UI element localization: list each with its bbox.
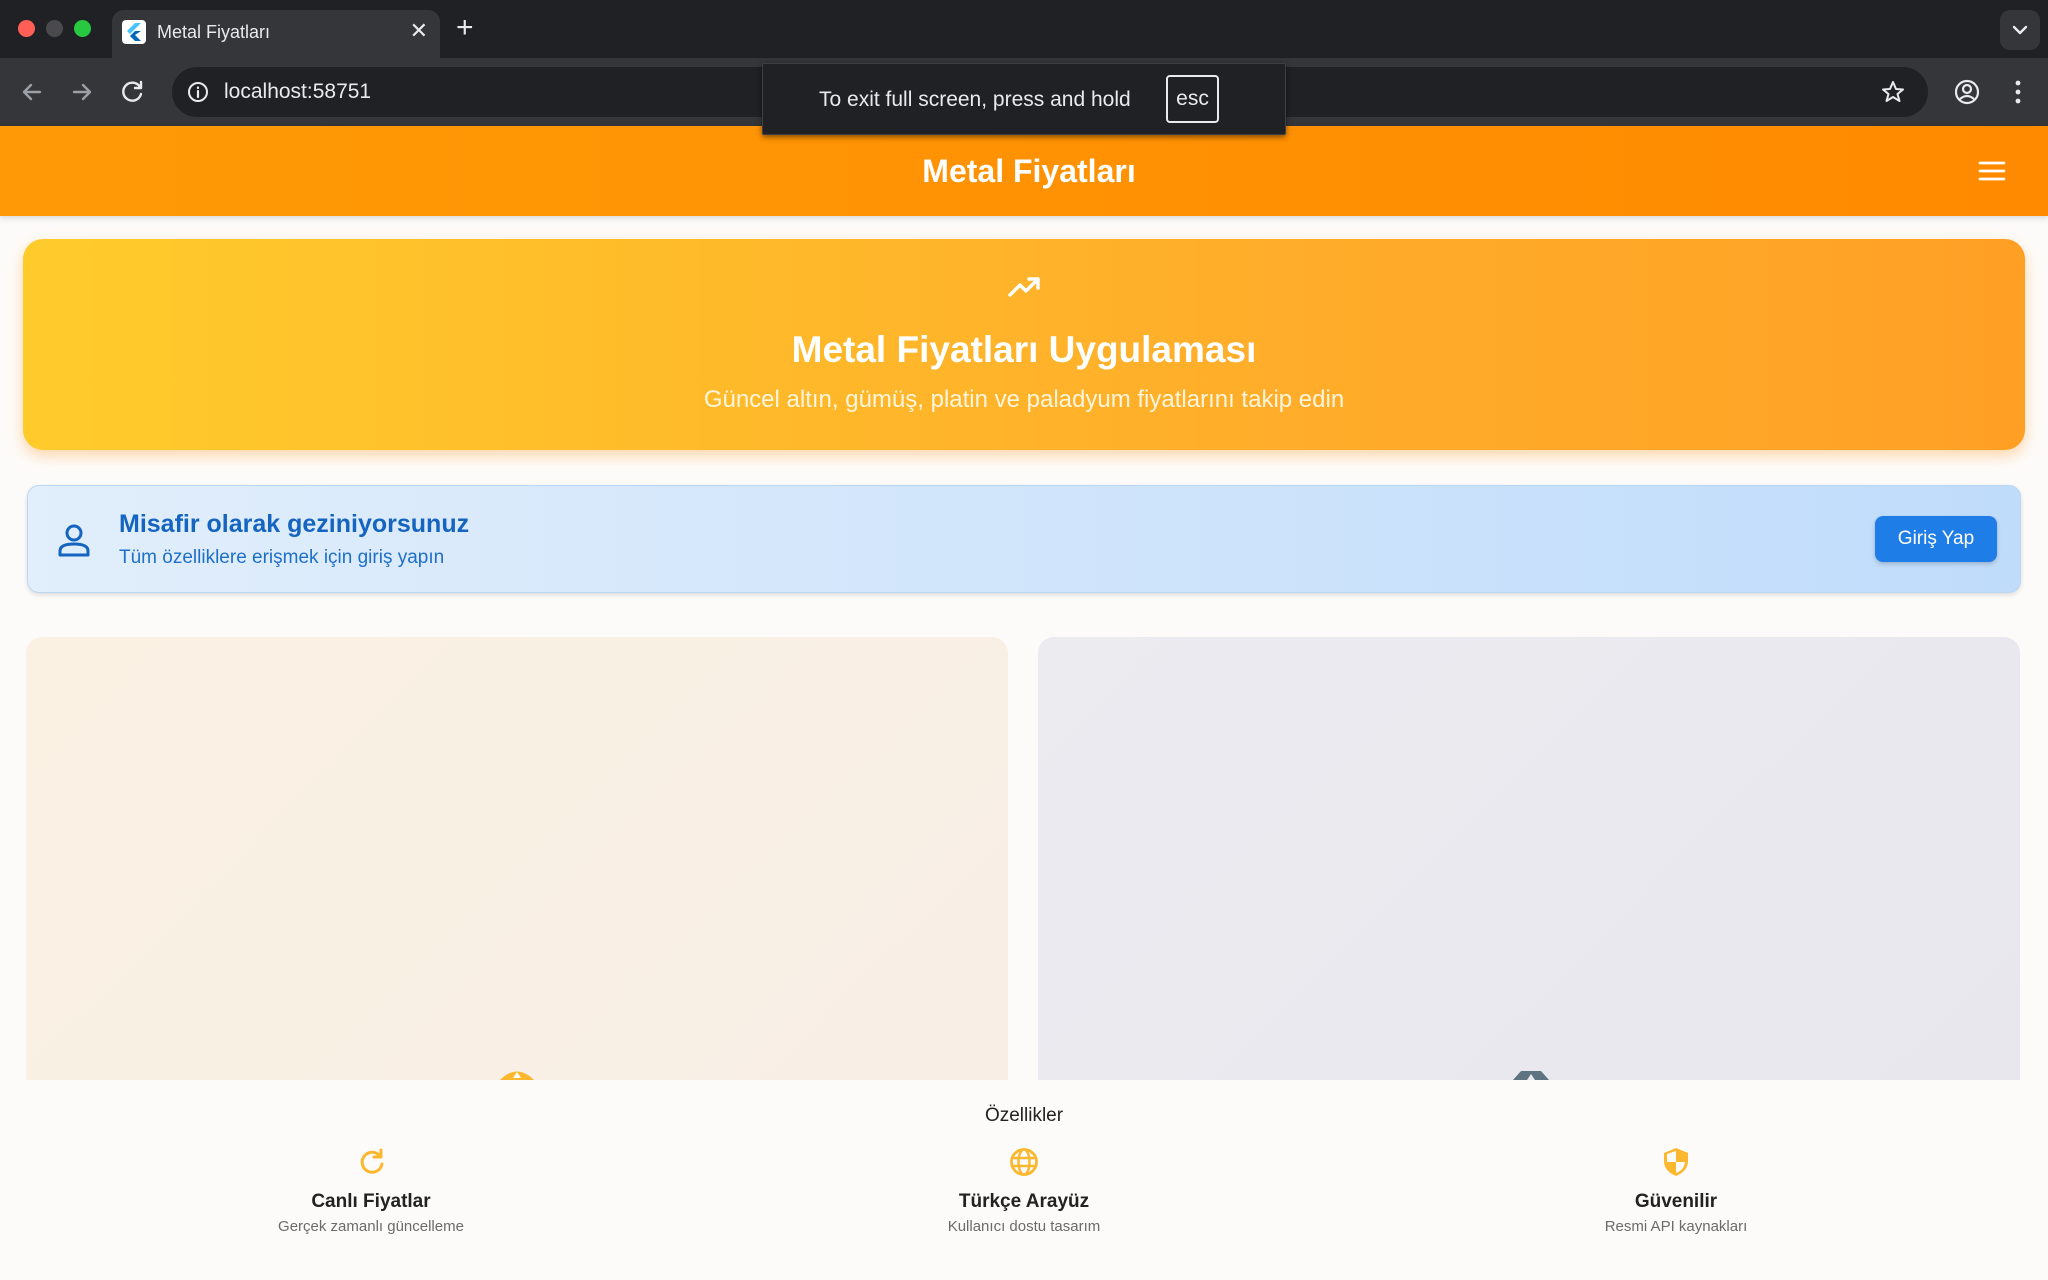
browser-tab[interactable]: Metal Fiyatları ✕ [112, 10, 440, 58]
feature-title-live-prices: Canlı Fiyatlar [311, 1191, 431, 1212]
tab-search-button[interactable] [2000, 10, 2040, 50]
fullscreen-exit-notice: To exit full screen, press and hold esc [762, 63, 1286, 135]
trending-up-icon [1008, 277, 1040, 297]
feature-subtitle-live-prices: Gerçek zamanlı güncelleme [278, 1218, 464, 1235]
profile-icon[interactable] [1951, 76, 1983, 108]
person-icon [58, 524, 90, 557]
shield-icon [1664, 1148, 1688, 1176]
bookmark-star-icon[interactable] [1880, 79, 1906, 105]
gold-icon [500, 1071, 534, 1080]
guest-title: Misafir olarak geziniyorsunuz [119, 510, 470, 538]
browser-tab-strip: Metal Fiyatları ✕ + [0, 0, 2048, 58]
feature-title-reliable: Güvenilir [1634, 1191, 1718, 1212]
silver-price-card[interactable] [1038, 637, 2020, 1080]
app-bar: Metal Fiyatları [0, 126, 2048, 216]
gold-price-card[interactable] [26, 637, 1008, 1080]
flutter-favicon-icon [122, 20, 146, 44]
fullscreen-notice-text: To exit full screen, press and hold [819, 88, 1131, 111]
feature-subtitle-reliable: Resmi API kaynakları [1604, 1218, 1748, 1235]
hero-subtitle: Güncel altın, gümüş, platin ve paladyum … [703, 386, 1345, 413]
login-button[interactable]: Giriş Yap [1875, 516, 1997, 562]
back-arrow-icon[interactable] [14, 74, 50, 110]
features-heading: Özellikler [984, 1105, 1064, 1126]
silver-icon [1513, 1071, 1549, 1080]
forward-arrow-icon[interactable] [64, 74, 100, 110]
guest-subtitle: Tüm özelliklere erişmek için giriş yapın [119, 547, 445, 568]
refresh-icon [360, 1148, 384, 1174]
site-info-icon[interactable] [186, 80, 210, 104]
more-vertical-icon[interactable] [2002, 76, 2034, 108]
feature-title-turkish-ui: Türkçe Arayüz [958, 1191, 1090, 1212]
maximize-window-button[interactable] [74, 20, 91, 37]
esc-key-badge: esc [1166, 75, 1219, 123]
hamburger-menu-icon[interactable] [1978, 159, 2006, 183]
close-window-button[interactable] [18, 20, 35, 37]
globe-icon [1010, 1148, 1038, 1176]
new-tab-button[interactable]: + [456, 10, 474, 46]
tab-close-icon[interactable]: ✕ [410, 18, 428, 44]
feature-subtitle-turkish-ui: Kullanıcı dostu tasarım [947, 1218, 1101, 1235]
minimize-window-button[interactable] [46, 20, 63, 37]
tab-title: Metal Fiyatları [157, 22, 271, 42]
app-title: Metal Fiyatları [922, 153, 1136, 189]
url-text: localhost:58751 [224, 80, 372, 103]
hero-title: Metal Fiyatları Uygulaması [791, 329, 1257, 370]
reload-icon[interactable] [115, 74, 151, 110]
chevron-down-icon [2012, 25, 2028, 35]
